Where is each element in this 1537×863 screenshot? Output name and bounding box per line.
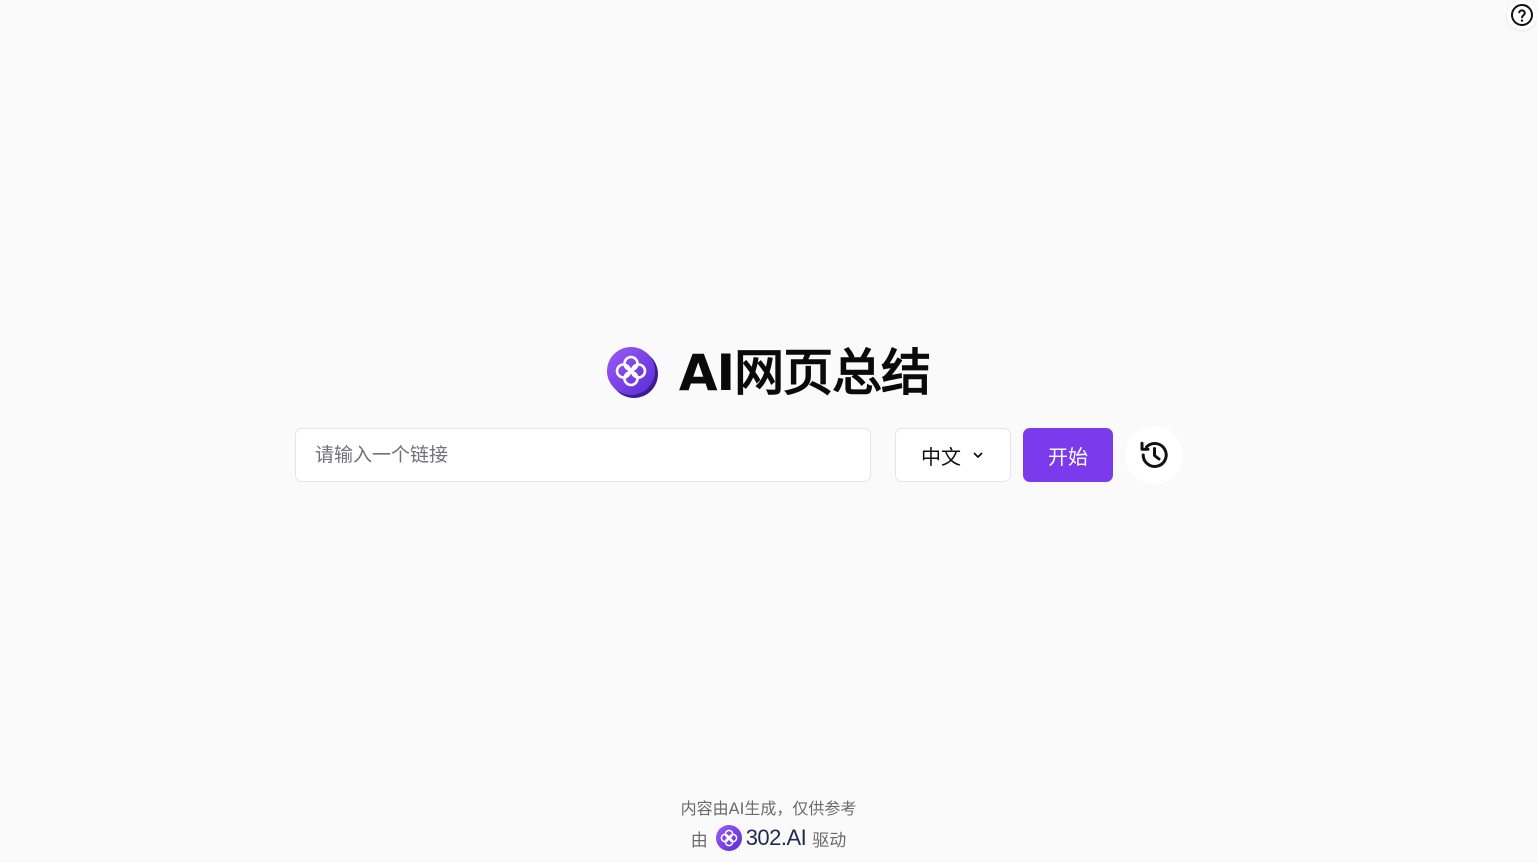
ai-disclaimer: 内容由AI生成，仅供参考 xyxy=(680,799,857,818)
powered-by: 由 302.AI 驱动 xyxy=(0,824,1537,852)
question-circle-icon xyxy=(1511,4,1533,26)
brand-name[interactable]: 302.AI xyxy=(746,825,807,851)
chevron-down-icon xyxy=(971,448,985,462)
app-logo-icon xyxy=(606,347,658,398)
brand-logo-icon xyxy=(715,825,742,851)
footer: 内容由AI生成，仅供参考 由 302.AI 驱动 xyxy=(0,796,1537,852)
url-input[interactable] xyxy=(295,428,871,482)
language-select[interactable]: 中文 xyxy=(895,428,1011,482)
page-title: AI网页总结 xyxy=(678,344,931,402)
history-button[interactable] xyxy=(1125,426,1183,484)
page: AI网页总结 中文 开始 内容由AI生成，仅供参考 由 xyxy=(0,0,1537,863)
powered-by-prefix: 由 xyxy=(690,830,708,851)
help-button[interactable] xyxy=(1507,0,1537,30)
start-button[interactable]: 开始 xyxy=(1023,428,1113,482)
powered-by-suffix: 驱动 xyxy=(812,830,847,851)
language-select-value: 中文 xyxy=(921,444,961,469)
title-row: AI网页总结 xyxy=(0,338,1537,408)
history-icon xyxy=(1140,441,1168,468)
